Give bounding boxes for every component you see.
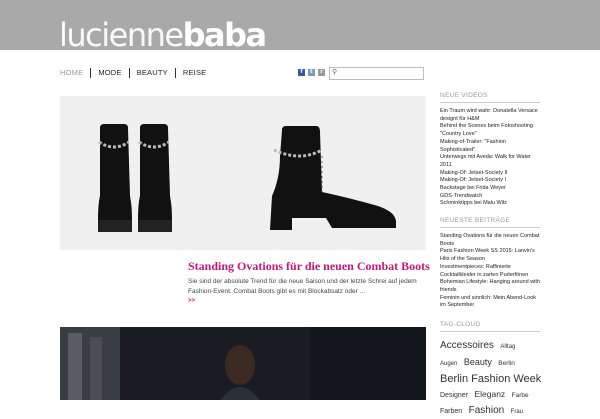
video-link[interactable]: Unterwegs mit Aveda: Walk for Water 2011 — [440, 154, 540, 169]
video-link[interactable]: Ein Traum wird wahr: Donatella Versace d… — [440, 108, 540, 123]
video-link[interactable]: Making-of-Trailer: "Fashion Sophisticate… — [440, 139, 540, 154]
featured-image[interactable] — [60, 96, 426, 250]
video-link[interactable]: Making-Of: Jetset-Society II — [440, 170, 540, 178]
facebook-icon[interactable]: f — [298, 69, 305, 76]
nav-item-home[interactable]: HOME — [60, 68, 90, 78]
sidebar-videos-title: NEUE VIDEOS — [440, 92, 540, 103]
search-icon: ⚲ — [332, 69, 338, 76]
sidebar-tags-title: TAG-CLOUD — [440, 321, 540, 332]
featured-post-excerpt: Sie sind der absolute Trend für die neue… — [188, 278, 417, 295]
featured-post-title[interactable]: Standing Ovations für die neuen Combat B… — [188, 259, 430, 274]
post-link[interactable]: Feminin und sinnlich: Mein Abend-Look im… — [440, 295, 540, 310]
logo-light-text: lucienne — [59, 16, 184, 54]
twitter-icon[interactable]: t — [308, 69, 315, 76]
post-link[interactable]: Bohemian Lifestyle: Hanging around with … — [440, 279, 540, 294]
rss-icon[interactable]: r — [318, 69, 325, 76]
boot-side — [270, 126, 396, 230]
sidebar-tags: TAG-CLOUD Accessoires Alltag Augen Beaut… — [440, 321, 541, 419]
tag-link[interactable]: Fashion — [469, 405, 505, 416]
video-link[interactable]: Making-Of: Jetset-Society I — [440, 177, 540, 185]
video-link[interactable]: Backstage bei Frida Weyer — [440, 185, 540, 193]
sidebar-posts: NEUESTE BEITRÄGE Standing Ovations für d… — [440, 217, 540, 310]
runway-illustration — [60, 327, 426, 400]
tag-link[interactable]: Eleganz — [474, 389, 505, 399]
tag-link[interactable]: Frau — [511, 409, 523, 415]
site-logo[interactable]: luciennebaba — [59, 16, 268, 54]
video-link[interactable]: Schminktipps bei Malu Wilz — [440, 200, 540, 208]
logo-bold-text: baba — [182, 16, 268, 54]
video-link[interactable]: Behind the Scenes beim Fotoshooting "Cou… — [440, 123, 540, 138]
sidebar-posts-title: NEUESTE BEITRÄGE — [440, 217, 540, 228]
tag-link[interactable]: Augen — [440, 361, 457, 367]
main-navigation: HOME MODE BEAUTY REISE — [60, 67, 213, 79]
tag-link[interactable]: Berlin Fashion Week — [440, 373, 541, 385]
site-header: luciennebaba — [0, 0, 600, 54]
tag-link[interactable]: Designer — [440, 392, 468, 399]
post-link[interactable]: Paris Fashion Week SS 2015: Lanvin's Hit… — [440, 248, 540, 263]
runway-photo[interactable] — [60, 327, 426, 400]
tag-link[interactable]: Alltag — [500, 344, 515, 350]
nav-item-beauty[interactable]: BEAUTY — [128, 68, 175, 78]
tag-link[interactable]: Berlin — [498, 360, 515, 367]
tag-link[interactable]: Accessoires — [440, 340, 494, 351]
boot-back-left — [98, 124, 132, 232]
nav-item-mode[interactable]: MODE — [90, 68, 128, 78]
tag-link[interactable]: Beauty — [464, 357, 492, 367]
search-input[interactable]: ⚲ — [329, 67, 424, 80]
post-link[interactable]: Standing Ovations für die neuen Combat B… — [440, 233, 540, 248]
video-link[interactable]: GDS-Trendwatch — [440, 193, 540, 201]
post-link[interactable]: Investmentpieces: Raffinierte Cocktailkl… — [440, 264, 540, 279]
tag-link[interactable]: Farbe — [512, 392, 529, 399]
social-links: f t r — [298, 69, 325, 76]
nav-item-reise[interactable]: REISE — [174, 68, 214, 78]
sidebar-videos: NEUE VIDEOS Ein Traum wird wahr: Donatel… — [440, 92, 540, 208]
boot-back-right — [138, 124, 172, 232]
tag-link[interactable]: Farben — [440, 408, 462, 415]
combat-boots-illustration — [98, 124, 396, 232]
read-more-link[interactable]: >> — [188, 298, 195, 304]
tag-cloud: Accessoires Alltag Augen Beauty Berlin B… — [440, 337, 541, 419]
